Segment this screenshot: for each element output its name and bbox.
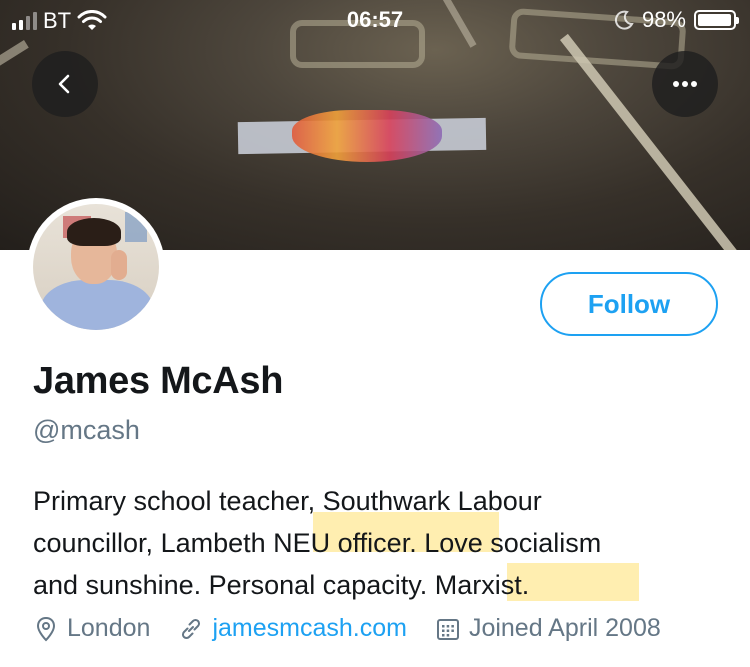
profile-name: James McAsh	[33, 360, 284, 402]
nhs-heart-painting	[292, 110, 442, 162]
profile-meta: London jamesmcash.com Joined April 2008	[33, 614, 661, 643]
battery-icon	[694, 10, 739, 30]
bio-line: and sunshine. Personal capacity. Marxist…	[33, 570, 530, 600]
battery-percent: 98%	[641, 7, 686, 32]
join-date-text: Joined April 2008	[468, 614, 661, 642]
location: London	[33, 614, 150, 643]
moon-icon	[614, 10, 634, 30]
location-pin-icon	[36, 616, 56, 641]
more-options-button[interactable]	[652, 51, 718, 117]
more-horizontal-icon	[673, 81, 697, 87]
join-date: Joined April 2008	[435, 614, 661, 643]
follow-button[interactable]: Follow	[540, 272, 718, 336]
road-line	[0, 40, 29, 122]
status-right-group: 98%	[614, 7, 739, 33]
avatar[interactable]	[27, 198, 165, 336]
website[interactable]: jamesmcash.com	[178, 614, 407, 643]
bio-line: Primary school teacher, Southwark Labour	[33, 486, 542, 516]
location-text: London	[67, 614, 151, 642]
avatar-photo	[33, 204, 159, 330]
bio-line: councillor, Lambeth NEU officer. Love so…	[33, 528, 602, 558]
link-icon	[182, 618, 201, 639]
calendar-icon	[436, 618, 459, 640]
profile-handle: @mcash	[33, 415, 140, 445]
profile-bio: Primary school teacher, Southwark Labour…	[33, 480, 723, 606]
website-link[interactable]: jamesmcash.com	[212, 614, 407, 643]
back-button[interactable]	[32, 51, 98, 117]
chevron-left-icon	[58, 74, 70, 94]
status-bar: BT 06:57 98%	[0, 0, 750, 44]
